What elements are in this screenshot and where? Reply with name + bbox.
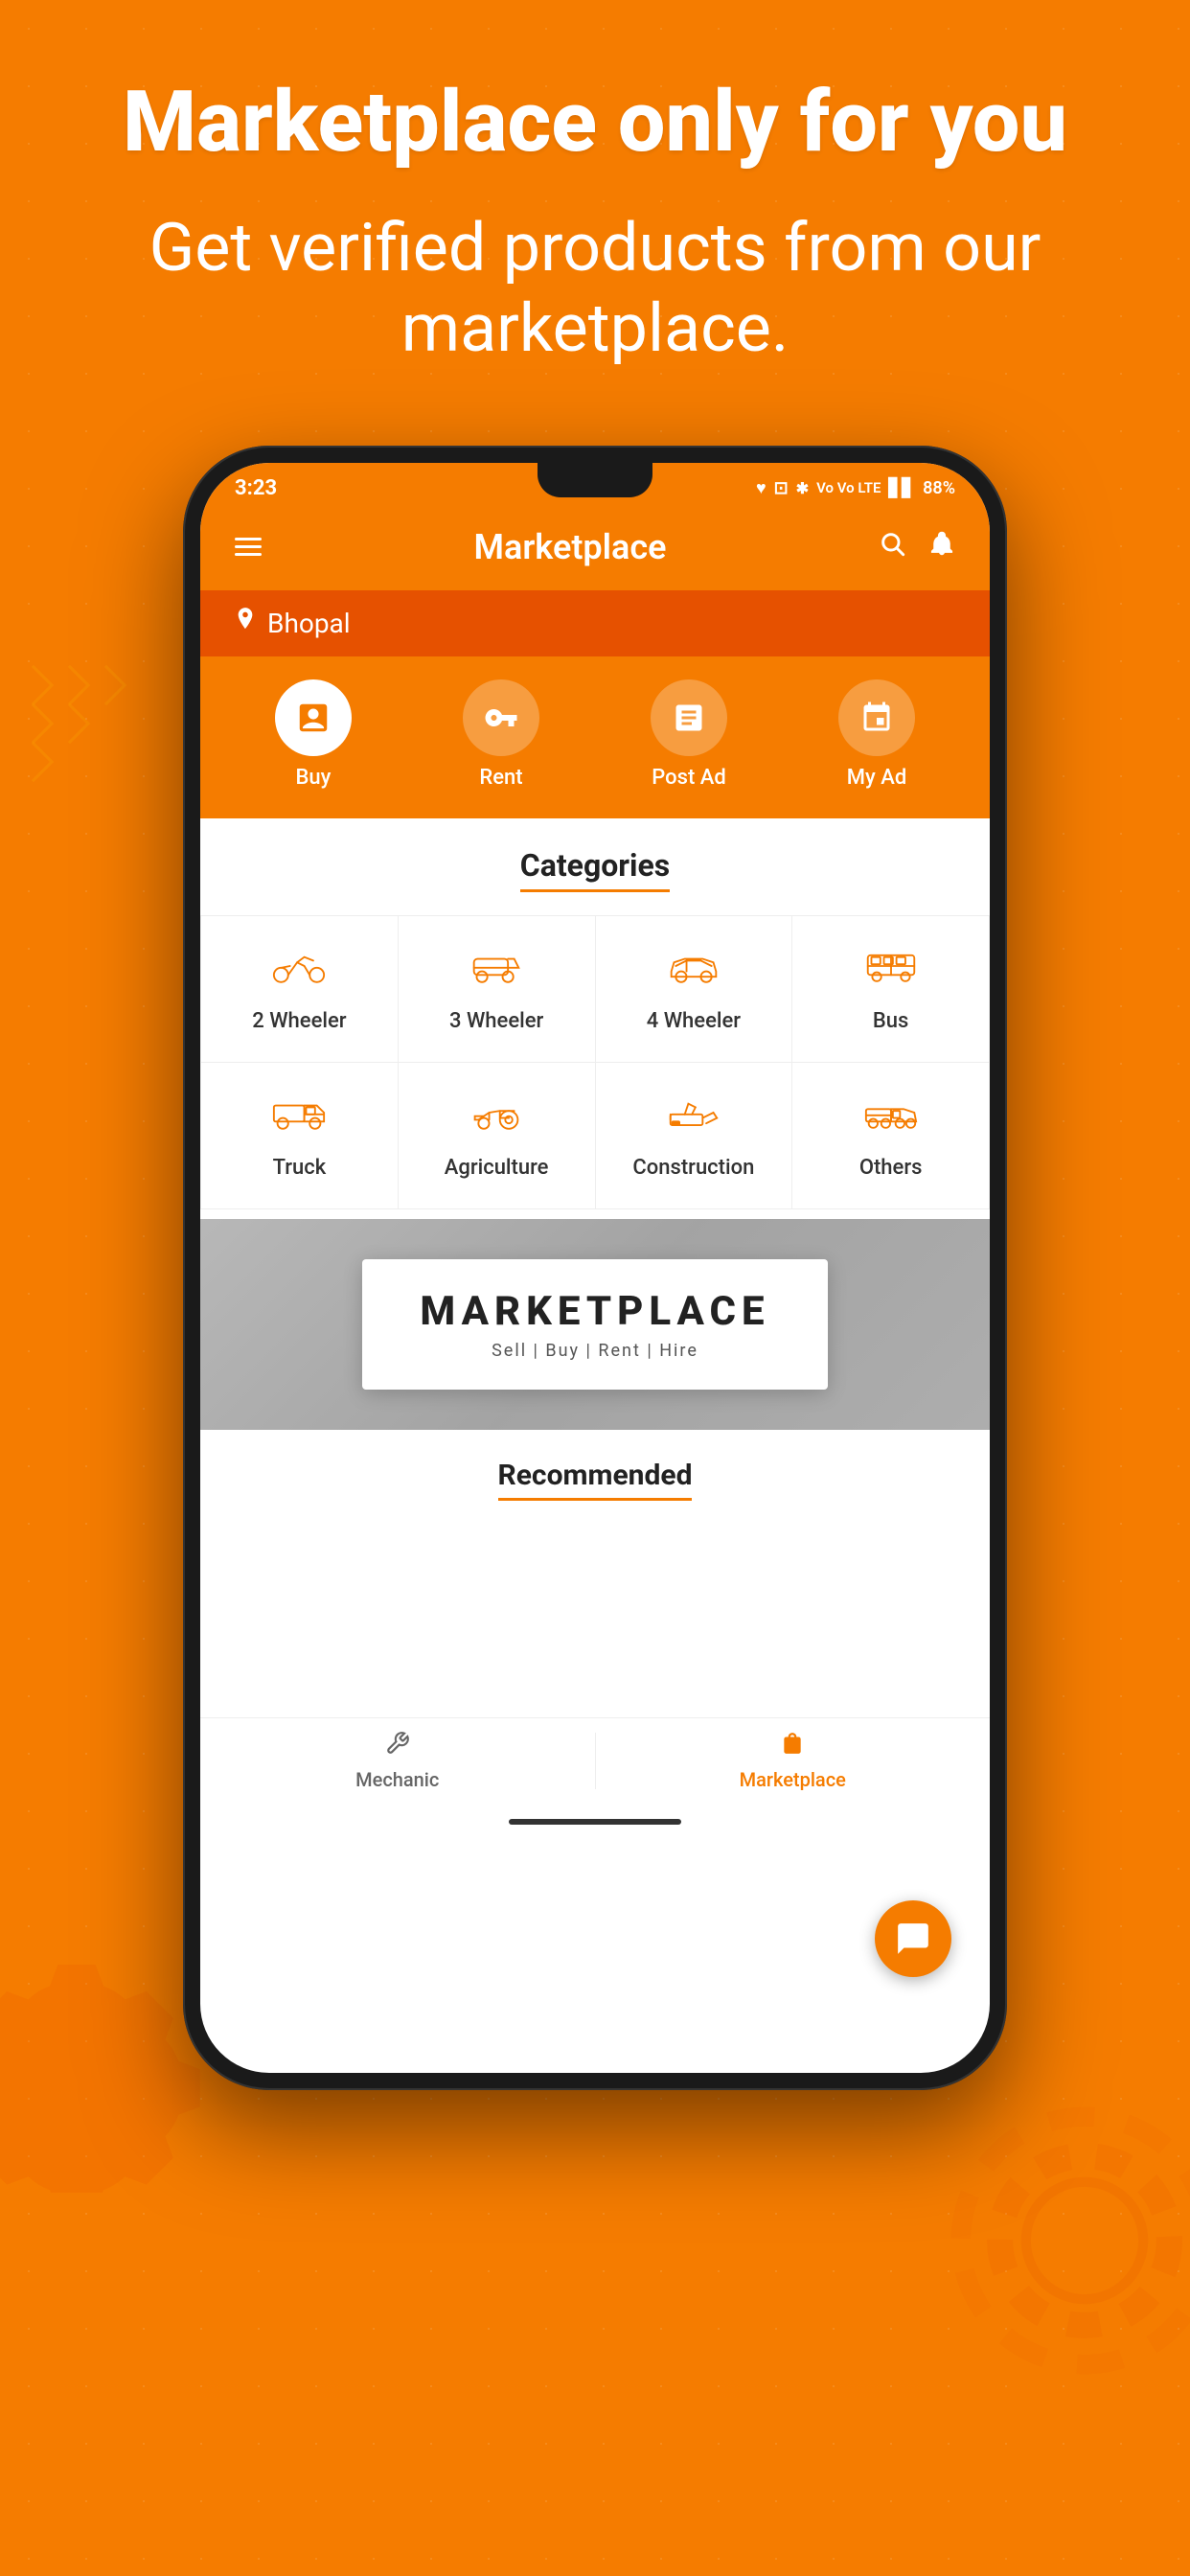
category-4wheeler[interactable]: 4 Wheeler (596, 916, 793, 1063)
rent-label: Rent (479, 766, 522, 790)
bus-icon (864, 945, 918, 998)
category-agriculture[interactable]: Agriculture (399, 1063, 596, 1209)
header-actions (879, 530, 955, 564)
banner-title: MARKETPLACE (420, 1288, 769, 1335)
rent-icon-circle (463, 679, 539, 756)
network-icons: Vo Vo LTE (816, 479, 881, 496)
hamburger-menu[interactable] (235, 538, 262, 556)
agriculture-label: Agriculture (445, 1156, 549, 1180)
others-label: Others (859, 1156, 923, 1180)
construction-icon (667, 1092, 721, 1144)
category-2wheeler[interactable]: 2 Wheeler (201, 916, 399, 1063)
banner-subtitle: Sell | Buy | Rent | Hire (420, 1341, 769, 1361)
others-icon (864, 1092, 918, 1144)
location-bar[interactable]: Bhopal (200, 590, 990, 656)
truck-label: Truck (273, 1156, 327, 1180)
search-icon[interactable] (879, 530, 905, 564)
category-others[interactable]: Others (792, 1063, 990, 1209)
bus-label: Bus (873, 1009, 908, 1033)
categories-grid: 2 Wheeler (200, 915, 990, 1209)
phone-bottom-bar (200, 1804, 990, 1840)
image-icon: ⊡ (774, 478, 789, 498)
phone-mockup: 3:23 ♥ ⊡ ✱ Vo Vo LTE ▋▋ 88% (183, 446, 1007, 2090)
agriculture-icon (469, 1092, 523, 1144)
notification-bell-icon[interactable] (928, 530, 955, 564)
status-time: 3:23 (235, 476, 277, 500)
mechanic-nav-label: Mechanic (355, 1768, 439, 1791)
category-construction[interactable]: Construction (596, 1063, 793, 1209)
hero-subtitle: Get verified products from our marketpla… (38, 208, 1152, 369)
action-my-ad[interactable]: My Ad (838, 679, 915, 790)
my-ad-label: My Ad (847, 766, 906, 790)
construction-label: Construction (632, 1156, 754, 1180)
2wheeler-icon (272, 945, 326, 998)
status-icons: ♥ ⊡ ✱ Vo Vo LTE ▋▋ 88% (756, 478, 955, 498)
4wheeler-label: 4 Wheeler (647, 1009, 741, 1033)
category-3wheeler[interactable]: 3 Wheeler (399, 916, 596, 1063)
battery-icon: 88% (923, 478, 955, 498)
3wheeler-icon (469, 945, 523, 998)
post-ad-label: Post Ad (652, 766, 725, 790)
post-ad-icon-circle (651, 679, 727, 756)
bottom-navigation: Mechanic Marketplace (200, 1717, 990, 1804)
bluetooth-icon: ✱ (796, 479, 809, 497)
categories-section: Categories (200, 818, 990, 1219)
app-title: Marketplace (474, 527, 667, 567)
location-pin-icon (235, 608, 256, 639)
mechanic-nav-icon (385, 1731, 410, 1762)
marketplace-banner[interactable]: MARKETPLACE Sell | Buy | Rent | Hire (200, 1219, 990, 1430)
home-indicator (509, 1819, 681, 1825)
hero-title: Marketplace only for you (123, 77, 1067, 170)
category-truck[interactable]: Truck (201, 1063, 399, 1209)
nav-marketplace[interactable]: Marketplace (596, 1718, 991, 1804)
action-rent[interactable]: Rent (463, 679, 539, 790)
3wheeler-label: 3 Wheeler (449, 1009, 543, 1033)
banner-card: MARKETPLACE Sell | Buy | Rent | Hire (362, 1259, 827, 1390)
recommended-section: Recommended (200, 1430, 990, 1717)
chat-fab-button[interactable] (875, 1900, 951, 1977)
4wheeler-icon (667, 945, 721, 998)
truck-icon (272, 1092, 326, 1144)
signal-icon: ▋▋ (888, 478, 915, 498)
heart-icon: ♥ (756, 478, 767, 498)
quick-actions-bar: Buy Rent (200, 656, 990, 818)
category-bus[interactable]: Bus (792, 916, 990, 1063)
app-header: Marketplace (200, 508, 990, 590)
my-ad-icon-circle (838, 679, 915, 756)
action-post-ad[interactable]: Post Ad (651, 679, 727, 790)
buy-label: Buy (296, 766, 332, 790)
recommended-title: Recommended (498, 1459, 693, 1501)
nav-mechanic[interactable]: Mechanic (200, 1718, 595, 1804)
phone-notch (538, 463, 652, 497)
marketplace-nav-label: Marketplace (740, 1768, 846, 1791)
action-buy[interactable]: Buy (275, 679, 352, 790)
location-city: Bhopal (267, 608, 351, 639)
2wheeler-label: 2 Wheeler (252, 1009, 346, 1033)
marketplace-nav-icon (780, 1731, 805, 1762)
categories-title: Categories (520, 847, 670, 892)
buy-icon-circle (275, 679, 352, 756)
